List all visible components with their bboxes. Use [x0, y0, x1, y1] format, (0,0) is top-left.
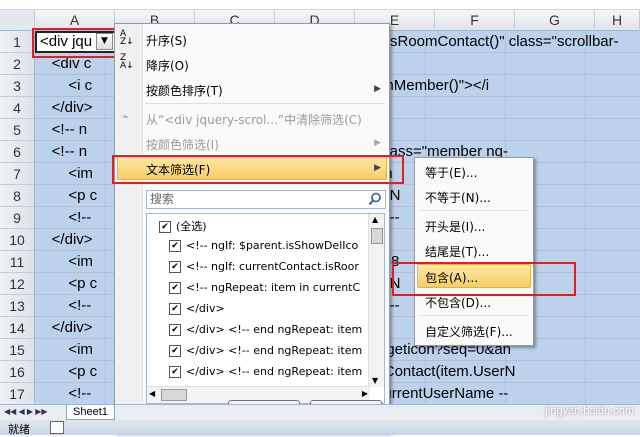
submenu-not-equals[interactable]: 不等于(N)...: [425, 189, 491, 206]
filter-search-input[interactable]: 搜索: [146, 190, 386, 209]
hscroll-thumb[interactable]: [161, 389, 187, 401]
sort-desc-icon: Z A↓: [120, 53, 134, 71]
checkbox-checked-icon[interactable]: ✔: [169, 261, 181, 273]
sheet-tab-sheet1[interactable]: Sheet1: [66, 405, 115, 420]
filter-list-item[interactable]: ✔ (全选): [159, 218, 207, 234]
scroll-up-icon[interactable]: ▲: [372, 215, 378, 224]
checkbox-checked-icon[interactable]: ✔: [169, 345, 181, 357]
filter-list-item-label: <!-- ngIf: $parent.isShowDelIco: [186, 239, 359, 252]
menu-sort-asc[interactable]: 升序(S): [146, 32, 187, 49]
scroll-down-icon[interactable]: ▼: [372, 376, 378, 385]
search-icon[interactable]: [368, 192, 382, 206]
top-strip: [0, 0, 640, 10]
filter-value-list[interactable]: ✔ (全选) ✔ <!-- ngIf: $parent.isShowDelIco ✔ <!…: [146, 213, 385, 404]
menu-icon-column: [115, 24, 143, 432]
filter-list-item[interactable]: ✔ </div> <!-- end ngRepeat: item: [169, 323, 362, 336]
filter-list-item-label: (全选): [176, 220, 207, 233]
clear-filter-icon: ⌁: [122, 110, 129, 123]
row-header[interactable]: 14: [0, 317, 35, 339]
red-annotation-contains: [392, 262, 576, 296]
filter-list-item-label: <!-- ngIf: currentContact.isRoor: [186, 260, 359, 273]
row-header[interactable]: 16: [0, 361, 35, 383]
submenu-not-contains[interactable]: 不包含(D)...: [425, 294, 491, 311]
watermark: jingyan.baidu.com: [545, 405, 634, 417]
row-header[interactable]: 12: [0, 273, 35, 295]
row-header[interactable]: 17: [0, 383, 35, 405]
column-header-f[interactable]: F: [435, 10, 515, 31]
checkbox-checked-icon[interactable]: ✔: [169, 324, 181, 336]
filter-list-item-label: <!-- ngRepeat: item in currentC: [186, 281, 361, 294]
submenu-custom-filter[interactable]: 自定义筛选(F)...: [425, 323, 513, 340]
scroll-left-icon[interactable]: ◀: [149, 389, 155, 398]
menu-clear-filter[interactable]: 从“<div jquery-scrol...”中清除筛选(C): [146, 111, 362, 128]
row-header[interactable]: 11: [0, 251, 35, 273]
row-header[interactable]: 15: [0, 339, 35, 361]
filter-list-item-label: </div>: [186, 302, 225, 315]
row-header[interactable]: 8: [0, 185, 35, 207]
macro-record-icon[interactable]: [50, 421, 64, 434]
row-header[interactable]: 4: [0, 97, 35, 119]
filter-list-item[interactable]: ✔ </div> <!-- end ngRepeat: item: [169, 365, 362, 378]
submenu-separator: [419, 210, 529, 211]
submenu-arrow-icon: ▶: [374, 138, 381, 148]
search-placeholder: 搜索: [150, 192, 175, 206]
filter-list-item-label: </div> <!-- end ngRepeat: item: [186, 323, 363, 336]
filter-list-item-label: </div> <!-- end ngRepeat: item: [186, 365, 363, 378]
row-header[interactable]: 9: [0, 207, 35, 229]
submenu-separator: [419, 315, 529, 316]
filter-list-item-label: </div> <!-- end ngRepeat: item: [186, 344, 363, 357]
submenu-arrow-icon: ▶: [374, 84, 381, 94]
menu-sort-by-color[interactable]: 按颜色排序(T): [146, 82, 223, 99]
row-header[interactable]: 1: [0, 31, 35, 53]
sheet-tab-bar: ◀◀ ◀ ▶ ▶▶ Sheet1: [0, 404, 640, 421]
submenu-ends-with[interactable]: 结尾是(T)...: [425, 243, 489, 260]
column-header-g[interactable]: G: [515, 10, 595, 31]
row-header[interactable]: 5: [0, 119, 35, 141]
checkbox-checked-icon[interactable]: ✔: [169, 303, 181, 315]
filter-list-item[interactable]: ✔ </div> <!-- end ngRepeat: item: [169, 344, 362, 357]
sort-asc-icon: A Z↓: [120, 29, 134, 47]
menu-sort-desc[interactable]: 降序(O): [146, 57, 189, 74]
row-header[interactable]: 10: [0, 229, 35, 251]
submenu-begins-with[interactable]: 开头是(I)...: [425, 218, 485, 235]
checkbox-checked-icon[interactable]: ✔: [169, 240, 181, 252]
scroll-thumb[interactable]: [371, 228, 383, 244]
filter-menu: A Z↓ 升序(S) Z A↓ 降序(O) 按颜色排序(T) ▶ ⌁ 从“<div …: [114, 23, 390, 433]
row-header[interactable]: 7: [0, 163, 35, 185]
scroll-right-icon[interactable]: ▶: [362, 389, 368, 398]
row-header[interactable]: 13: [0, 295, 35, 317]
list-vertical-scrollbar[interactable]: ▲ ▼: [368, 214, 384, 387]
status-bar: 就绪: [0, 420, 640, 436]
checkbox-checked-icon[interactable]: ✔: [159, 221, 171, 233]
tab-nav-icon[interactable]: ◀◀ ◀ ▶ ▶▶: [4, 407, 48, 416]
filter-list-item[interactable]: ✔ <!-- ngRepeat: item in currentC: [169, 281, 360, 294]
filter-list-item[interactable]: ✔ </div>: [169, 302, 225, 315]
row-header[interactable]: 3: [0, 75, 35, 97]
filter-list-item[interactable]: ✔ <!-- ngIf: currentContact.isRoor: [169, 260, 359, 273]
filter-list-item[interactable]: ✔ <!-- ngIf: $parent.isShowDelIco: [169, 239, 358, 252]
checkbox-checked-icon[interactable]: ✔: [169, 282, 181, 294]
row-header[interactable]: 2: [0, 53, 35, 75]
submenu-equals[interactable]: 等于(E)...: [425, 164, 477, 181]
row-header[interactable]: 6: [0, 141, 35, 163]
select-all-corner[interactable]: [0, 10, 35, 31]
text-filter-submenu: 等于(E)... 不等于(N)... 开头是(I)... 结尾是(T)... 包…: [414, 157, 534, 346]
checkbox-checked-icon[interactable]: ✔: [169, 366, 181, 378]
column-header-h[interactable]: H: [595, 10, 640, 31]
row-1-right-text: sRoomContact()" class="scrollbar-: [390, 31, 640, 53]
red-annotation-text-filter: [112, 155, 404, 184]
menu-separator: [145, 103, 385, 104]
menu-filter-by-color[interactable]: 按颜色筛选(I): [146, 136, 219, 153]
